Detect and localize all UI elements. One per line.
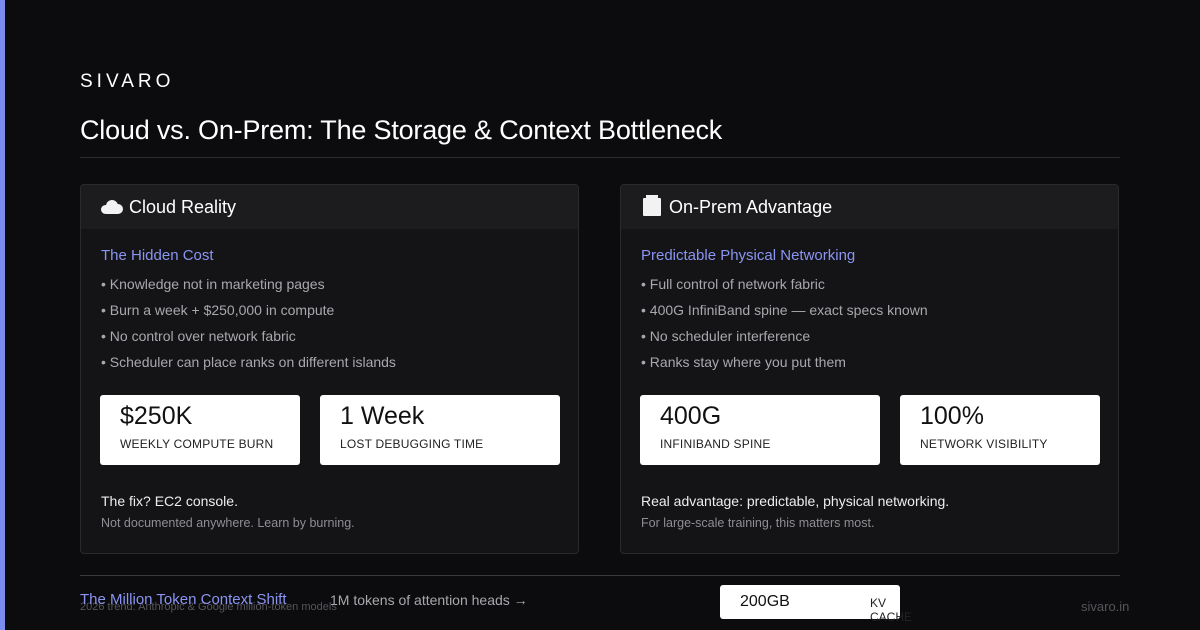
list-item: • 400G InfiniBand spine — exact specs kn… — [641, 302, 928, 318]
stat-value: $250K — [120, 402, 193, 430]
cloud-reality-card: Cloud Reality The Hidden Cost • Knowledg… — [80, 184, 579, 554]
stat-network-visibility: 100% NETWORK VISIBILITY — [900, 395, 1100, 465]
bottom-divider — [80, 575, 1120, 576]
card-note: The fix? EC2 console. — [101, 493, 238, 509]
card-note-sub: For large-scale training, this matters m… — [641, 516, 875, 530]
cloud-icon — [101, 198, 123, 216]
bullet-list: • Full control of network fabric • 400G … — [641, 275, 928, 379]
stat-value: 100% — [920, 402, 984, 430]
stat-label: LOST DEBUGGING TIME — [340, 437, 484, 451]
stat-lost-debugging-time: 1 Week LOST DEBUGGING TIME — [320, 395, 560, 465]
list-item: • No control over network fabric — [101, 328, 296, 344]
stat-value: 200GB — [740, 593, 790, 610]
stat-infiniband-spine: 400G INFINIBAND SPINE — [640, 395, 880, 465]
stat-value: 1 Week — [340, 402, 425, 430]
stat-value: 400G — [660, 402, 722, 430]
card-heading: Cloud Reality — [129, 196, 237, 217]
list-item: • Scheduler can place ranks on different… — [101, 354, 396, 370]
card-header: Cloud Reality — [81, 185, 578, 229]
kv-cache-stat: 200GB KV CACHE — [720, 585, 912, 624]
list-item: • Full control of network fabric — [641, 276, 825, 292]
accent-bar — [0, 0, 5, 630]
card-heading: On-Prem Advantage — [669, 196, 833, 217]
bullet-list: • Knowledge not in marketing pages • Bur… — [101, 275, 396, 379]
stat-weekly-compute-burn: $250K WEEKLY COMPUTE BURN — [100, 395, 300, 465]
card-note: Real advantage: predictable, physical ne… — [641, 493, 950, 509]
attention-heads-text: 1M tokens of attention heads → — [330, 592, 528, 608]
stat-label: INFINIBAND SPINE — [660, 437, 771, 451]
card-header: On-Prem Advantage — [621, 185, 1118, 229]
brand-logo: SIVARO — [80, 71, 175, 92]
list-item: • Knowledge not in marketing pages — [101, 276, 325, 292]
card-note-sub: Not documented anywhere. Learn by burnin… — [101, 516, 355, 530]
stat-label: KV CACHE — [870, 596, 913, 624]
list-item: • Ranks stay where you put them — [641, 354, 846, 370]
card-subheading: Predictable Physical Networking — [641, 247, 856, 264]
site-url: sivaro.in — [1081, 599, 1130, 614]
page-title: Cloud vs. On-Prem: The Storage & Context… — [80, 115, 723, 145]
list-item: • Burn a week + $250,000 in compute — [101, 302, 335, 318]
stat-label: NETWORK VISIBILITY — [920, 437, 1048, 451]
building-icon — [641, 195, 663, 216]
list-item: • No scheduler interference — [641, 328, 811, 344]
on-prem-advantage-card: On-Prem Advantage Predictable Physical N… — [620, 184, 1119, 554]
section-title: The Million Token Context Shift — [80, 591, 287, 608]
card-subheading: The Hidden Cost — [101, 247, 214, 264]
stat-label: WEEKLY COMPUTE BURN — [120, 437, 274, 451]
title-divider — [80, 157, 1120, 158]
